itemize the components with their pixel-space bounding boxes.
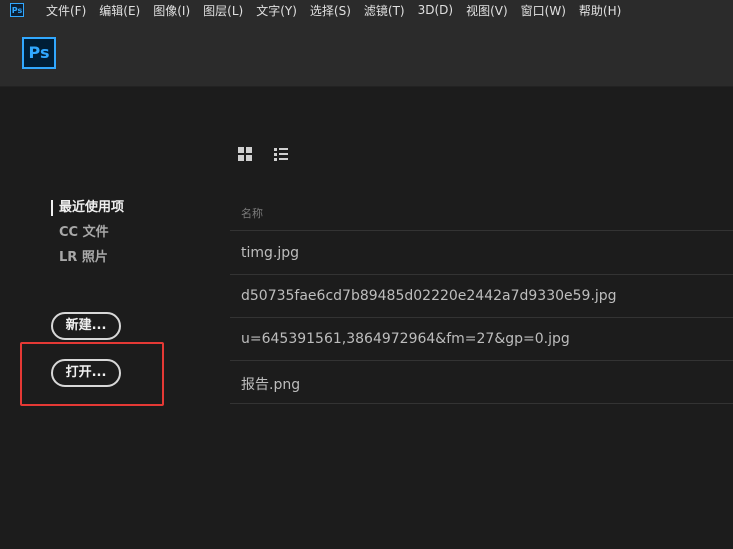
name-column-header: 名称	[241, 207, 263, 220]
file-name: d50735fae6cd7b89485d02220e2442a7d9330e59…	[241, 288, 617, 304]
nav-lr-photos[interactable]: LR 照片	[51, 248, 124, 273]
header-bar: Ps	[0, 20, 733, 87]
ps-app-icon[interactable]: Ps	[10, 3, 24, 17]
file-name: 报告.png	[241, 377, 301, 393]
file-row[interactable]: timg.jpg	[230, 232, 733, 275]
file-row[interactable]: u=645391561,3864972964&fm=27&gp=0.jpg	[230, 318, 733, 361]
nav-recent[interactable]: 最近使用项	[51, 198, 124, 223]
left-nav: 最近使用项 CC 文件 LR 照片	[51, 198, 124, 273]
menu-select[interactable]: 选择(S)	[310, 2, 351, 19]
file-row[interactable]: d50735fae6cd7b89485d02220e2442a7d9330e59…	[230, 275, 733, 318]
file-list-header[interactable]: 名称	[230, 200, 733, 231]
nav-cc-files[interactable]: CC 文件	[51, 223, 124, 248]
menu-type[interactable]: 文字(Y)	[256, 2, 297, 19]
menu-layer[interactable]: 图层(L)	[203, 2, 243, 19]
menu-bar: Ps 文件(F) 编辑(E) 图像(I) 图层(L) 文字(Y) 选择(S) 滤…	[0, 0, 733, 20]
menu-3d[interactable]: 3D(D)	[418, 3, 453, 17]
file-name: timg.jpg	[241, 245, 300, 261]
menu-file[interactable]: 文件(F)	[46, 2, 86, 19]
file-name: u=645391561,3864972964&fm=27&gp=0.jpg	[241, 331, 570, 347]
menu-view[interactable]: 视图(V)	[466, 2, 508, 19]
list-view-icon[interactable]	[274, 147, 288, 161]
grid-view-icon[interactable]	[238, 147, 252, 161]
menu-window[interactable]: 窗口(W)	[521, 2, 566, 19]
menu-edit[interactable]: 编辑(E)	[99, 2, 140, 19]
menu-help[interactable]: 帮助(H)	[579, 2, 621, 19]
menu-image[interactable]: 图像(I)	[153, 2, 190, 19]
new-button[interactable]: 新建...	[51, 312, 121, 340]
file-row[interactable]: 报告.png	[230, 361, 733, 404]
open-highlight-box	[20, 342, 164, 406]
menu-filter[interactable]: 滤镜(T)	[364, 2, 405, 19]
photoshop-logo: Ps	[22, 37, 56, 69]
